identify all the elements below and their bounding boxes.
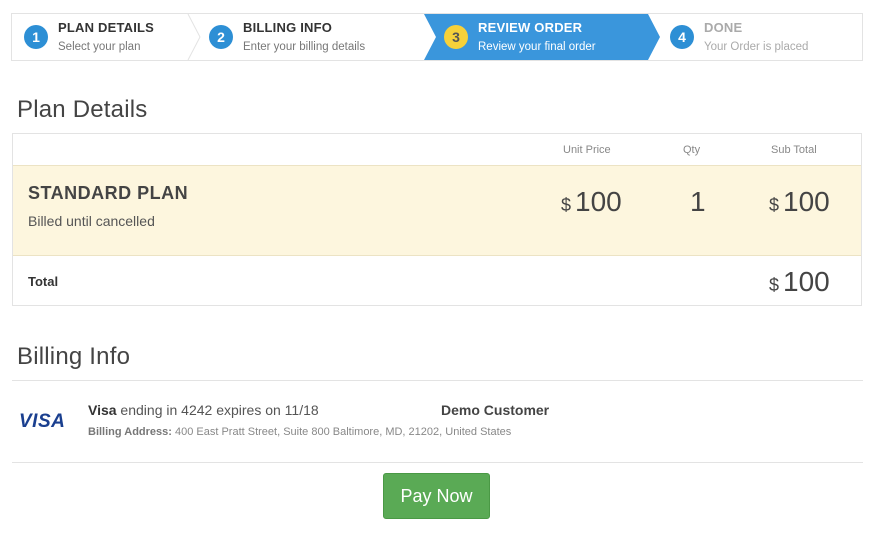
plan-row: STANDARD PLAN Billed until cancelled $10… (13, 165, 861, 256)
step-number: 4 (670, 25, 694, 49)
checkout-stepper: 1 PLAN DETAILS Select your plan 2 BILLIN… (11, 13, 863, 61)
unit-price: $100 (561, 186, 622, 218)
currency-symbol: $ (769, 195, 780, 215)
card-brand: Visa (88, 402, 117, 418)
total-value: 100 (783, 266, 830, 297)
column-header-unit-price: Unit Price (563, 144, 611, 156)
step-done: 4 DONE Your Order is placed (658, 14, 863, 60)
visa-card-logo: VISA (19, 411, 66, 432)
total-label: Total (28, 274, 59, 289)
step-subtitle: Your Order is placed (704, 41, 809, 53)
step-number: 3 (444, 25, 468, 49)
card-summary: Visa ending in 4242 expires on 11/18 (88, 402, 319, 418)
step-title: PLAN DETAILS (58, 20, 155, 35)
plan-table: Unit Price Qty Sub Total STANDARD PLAN B… (12, 133, 862, 306)
plan-description: Billed until cancelled (28, 213, 155, 229)
currency-symbol: $ (561, 195, 572, 215)
step-subtitle: Select your plan (58, 41, 141, 53)
billing-address-label: Billing Address: (88, 426, 172, 438)
step-title: BILLING INFO (243, 20, 333, 35)
pay-now-button[interactable]: Pay Now (383, 473, 490, 519)
step-title: REVIEW ORDER (478, 20, 583, 35)
currency-symbol: $ (769, 275, 780, 295)
billing-address: Billing Address: 400 East Pratt Street, … (88, 426, 511, 438)
card-details: ending in 4242 expires on 11/18 (116, 402, 319, 418)
total-amount: $100 (769, 266, 830, 298)
step-billing-info[interactable]: 2 BILLING INFO Enter your billing detail… (197, 14, 424, 60)
step-number: 2 (209, 25, 233, 49)
billing-info-heading: Billing Info (17, 343, 131, 370)
plan-details-heading: Plan Details (17, 96, 148, 123)
step-review-order[interactable]: 3 REVIEW ORDER Review your final order (424, 14, 658, 60)
customer-name: Demo Customer (441, 402, 550, 418)
column-header-sub-total: Sub Total (771, 144, 817, 156)
step-title: DONE (704, 20, 743, 35)
plan-name: STANDARD PLAN (28, 183, 189, 203)
step-plan-details[interactable]: 1 PLAN DETAILS Select your plan (12, 14, 197, 60)
step-subtitle: Enter your billing details (243, 41, 366, 53)
column-header-qty: Qty (683, 144, 701, 156)
sub-total-value: 100 (783, 186, 830, 217)
quantity: 1 (690, 186, 706, 217)
billing-info-panel: VISA Visa ending in 4242 expires on 11/1… (12, 380, 863, 463)
unit-price-value: 100 (575, 186, 622, 217)
billing-address-value: 400 East Pratt Street, Suite 800 Baltimo… (171, 426, 512, 438)
sub-total: $100 (769, 186, 830, 218)
step-number: 1 (24, 25, 48, 49)
step-subtitle: Review your final order (478, 41, 596, 53)
